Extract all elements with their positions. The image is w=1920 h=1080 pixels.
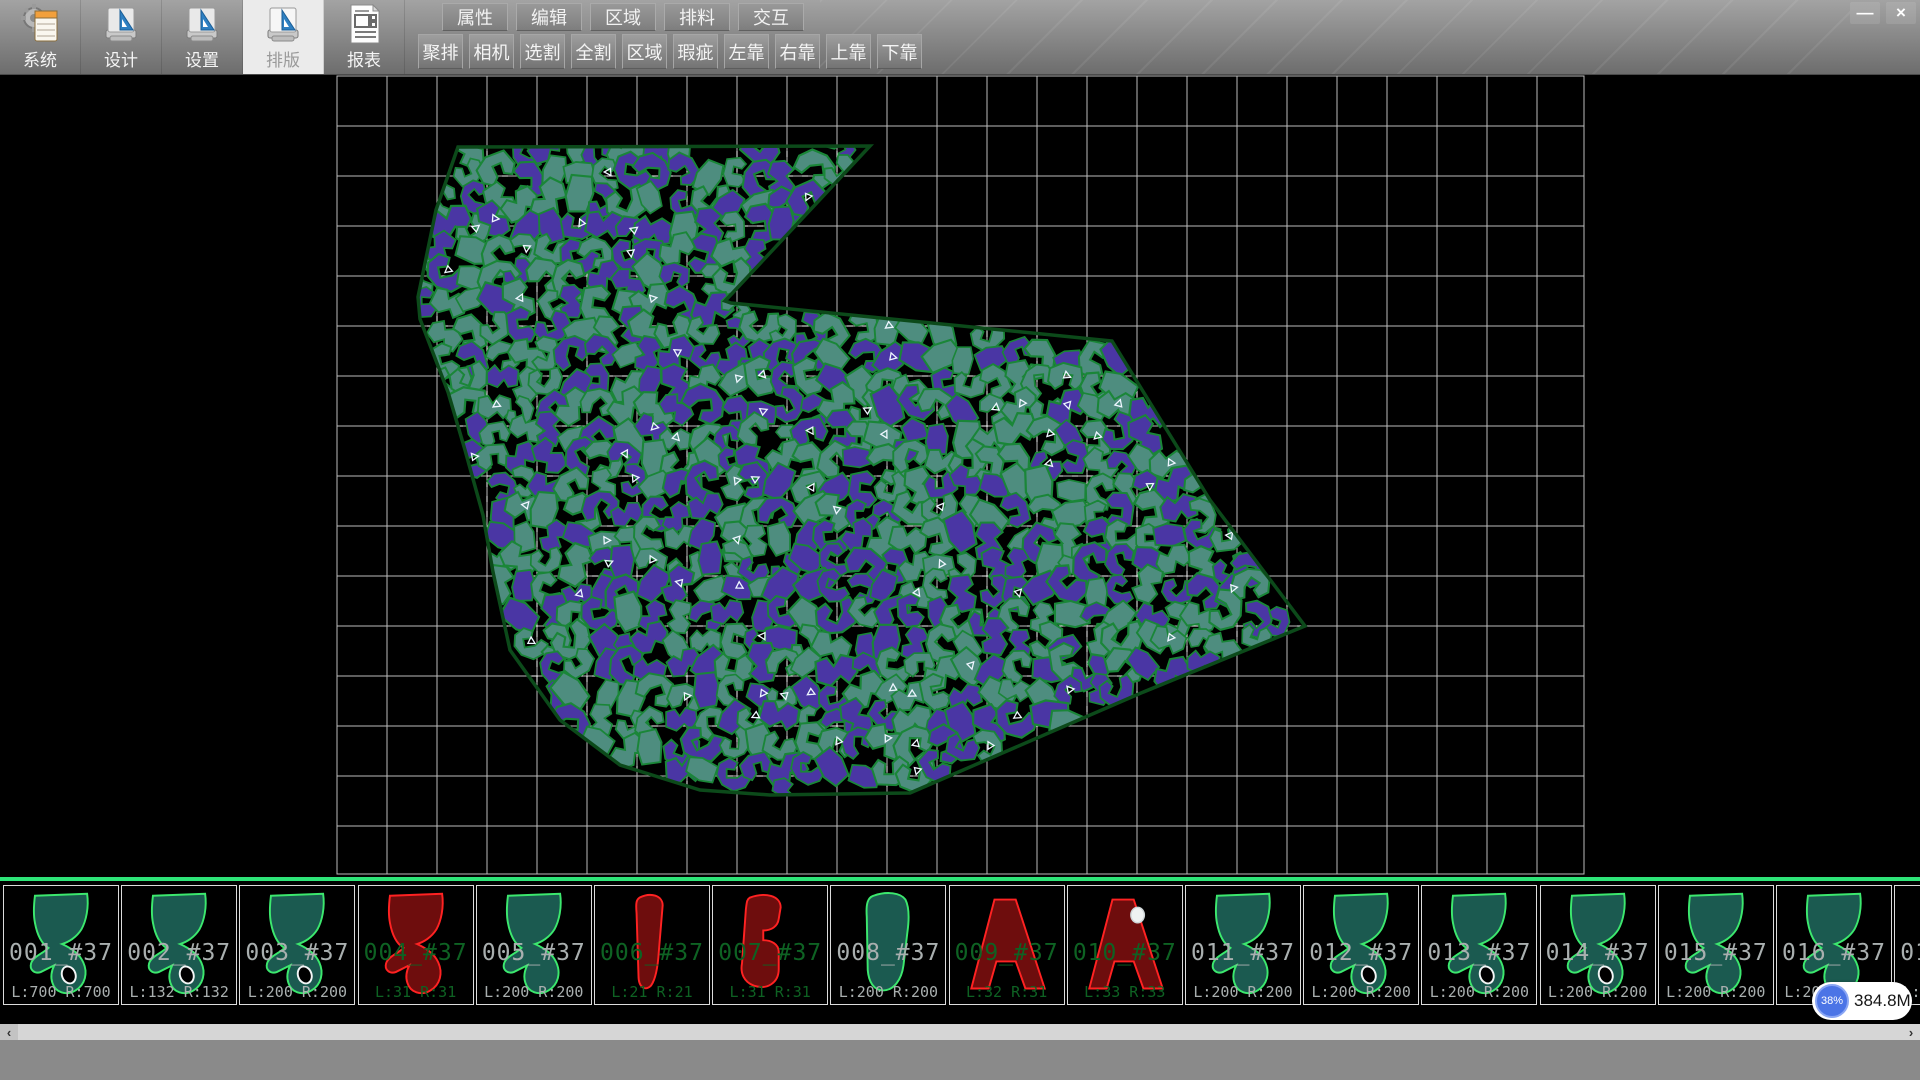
window-bottom-bar [0, 1040, 1920, 1080]
app-button-label: 系统 [23, 46, 57, 71]
nesting-canvas[interactable] [0, 74, 1920, 877]
progress-badge: 38% [1815, 984, 1849, 1018]
tool-cut-all[interactable]: 全割 [571, 34, 616, 69]
tool-align-top[interactable]: 上靠 [826, 34, 871, 69]
piece-count-label: L:33 R:33 [1068, 983, 1182, 1001]
app-button-label: 排版 [266, 46, 300, 71]
piece-thumbnail-strip: 001_#37 L:700 R:700002_#37 L:132 R:132003_… [0, 884, 1920, 1006]
piece-id-label: 013_#37 [1422, 940, 1536, 966]
thumbnail-cell[interactable]: 010_#37 L:33 R:33 [1067, 885, 1183, 1005]
hide-interior [337, 76, 1584, 874]
app-button-design[interactable]: 设计 [81, 0, 162, 74]
thumbnail-cell[interactable]: 005_#37 L:200 R:200 [476, 885, 592, 1005]
set-square-icon [181, 2, 223, 46]
thumbnail-cell[interactable]: 014_#37 L:200 R:200 [1540, 885, 1656, 1005]
horizontal-scrollbar[interactable]: ‹ › [0, 1024, 1920, 1040]
piece-count-label: L:200 R:200 [1422, 983, 1536, 1001]
memory-usage: 384.8M [1854, 982, 1911, 1020]
piece-count-label: L:31 R:31 [359, 983, 473, 1001]
piece-count-label: L:132 R:132 [122, 983, 236, 1001]
tool-region[interactable]: 区域 [622, 34, 667, 69]
piece-id-label: 017_#37 [1895, 940, 1920, 966]
scroll-right-arrow-icon[interactable]: › [1902, 1024, 1920, 1040]
thumbnail-cell[interactable]: 001_#37 L:700 R:700 [3, 885, 119, 1005]
app-button-nesting-active[interactable]: 排版 [243, 0, 324, 74]
piece-id-label: 006_#37 [595, 940, 709, 966]
thumbnail-cell[interactable]: 015_#37 L:200 R:200 [1658, 885, 1774, 1005]
piece-id-label: 010_#37 [1068, 940, 1182, 966]
tool-select-cut[interactable]: 选割 [520, 34, 565, 69]
thumbnail-cell[interactable]: 008_#37 L:200 R:200 [830, 885, 946, 1005]
piece-count-label: L:200 R:200 [240, 983, 354, 1001]
piece-id-label: 008_#37 [831, 940, 945, 966]
app-button-label: 设置 [185, 46, 219, 71]
piece-count-label: L:31 R:31 [713, 983, 827, 1001]
menu-bar: 属性 编辑 区域 排料 交互 [442, 3, 804, 31]
piece-id-label: 007_#37 [713, 940, 827, 966]
app-button-report[interactable]: 报表 [324, 0, 405, 74]
app-button-label: 设计 [104, 46, 138, 71]
menu-region[interactable]: 区域 [590, 3, 656, 31]
piece-count-label: L:200 R:200 [1186, 983, 1300, 1001]
tool-align-bottom[interactable]: 下靠 [877, 34, 922, 69]
thumbnail-cell[interactable]: 013_#37 L:200 R:200 [1421, 885, 1537, 1005]
menu-properties[interactable]: 属性 [442, 3, 508, 31]
tool-defect[interactable]: 瑕疵 [673, 34, 718, 69]
thumbnail-cell[interactable]: 003_#37 L:200 R:200 [239, 885, 355, 1005]
piece-id-label: 009_#37 [950, 940, 1064, 966]
progress-value: 38% [1821, 995, 1843, 1007]
minimize-button[interactable]: — [1850, 2, 1880, 24]
app-mode-bar: 系统 设计 [0, 0, 405, 74]
piece-count-label: L:21 R:21 [595, 983, 709, 1001]
thumbnail-cell[interactable]: 012_#37 L:200 R:200 [1303, 885, 1419, 1005]
set-square-icon [100, 2, 142, 46]
canvas-strip-separator [0, 877, 1920, 881]
thumbnail-cell[interactable]: 009_#37 L:32 R:31 [949, 885, 1065, 1005]
report-icon [343, 2, 385, 46]
tool-bar: 聚排 相机 选割 全割 区域 瑕疵 左靠 右靠 上靠 下靠 [418, 34, 922, 69]
piece-id-label: 005_#37 [477, 940, 591, 966]
app-button-label: 报表 [347, 46, 381, 71]
set-square-icon [262, 2, 304, 46]
status-pill: 38% 384.8M [1812, 982, 1912, 1020]
menu-edit[interactable]: 编辑 [516, 3, 582, 31]
piece-count-label: L:200 R:200 [477, 983, 591, 1001]
piece-id-label: 003_#37 [240, 940, 354, 966]
piece-id-label: 004_#37 [359, 940, 473, 966]
window-controls: — × [1850, 2, 1916, 24]
toolbar-texture [820, 0, 1850, 74]
piece-id-label: 002_#37 [122, 940, 236, 966]
piece-count-label: L:32 R:31 [950, 983, 1064, 1001]
scroll-left-arrow-icon[interactable]: ‹ [0, 1024, 18, 1040]
piece-id-label: 001_#37 [4, 940, 118, 966]
piece-id-label: 012_#37 [1304, 940, 1418, 966]
thumbnail-cell[interactable]: 004_#37 L:31 R:31 [358, 885, 474, 1005]
main-toolbar: 系统 设计 [0, 0, 1920, 75]
piece-id-label: 014_#37 [1541, 940, 1655, 966]
menu-nesting[interactable]: 排料 [664, 3, 730, 31]
piece-count-label: L:200 R:200 [1541, 983, 1655, 1001]
gear-doc-icon [19, 2, 61, 46]
piece-id-label: 015_#37 [1659, 940, 1773, 966]
tool-align-right[interactable]: 右靠 [775, 34, 820, 69]
thumbnail-cell[interactable]: 002_#37 L:132 R:132 [121, 885, 237, 1005]
thumbnail-cell[interactable]: 006_#37 L:21 R:21 [594, 885, 710, 1005]
piece-count-label: L:200 R:200 [1659, 983, 1773, 1001]
app-button-system[interactable]: 系统 [0, 0, 81, 74]
piece-count-label: L:200 R:200 [1304, 983, 1418, 1001]
application-window: 系统 设计 [0, 0, 1920, 1080]
thumbnail-cell[interactable]: 011_#37 L:200 R:200 [1185, 885, 1301, 1005]
piece-id-label: 016_#37 [1777, 940, 1891, 966]
piece-id-label: 011_#37 [1186, 940, 1300, 966]
piece-count-label: L:700 R:700 [4, 983, 118, 1001]
thumbnail-cell[interactable]: 007_#37 L:31 R:31 [712, 885, 828, 1005]
menu-interaction[interactable]: 交互 [738, 3, 804, 31]
tool-align-left[interactable]: 左靠 [724, 34, 769, 69]
close-button[interactable]: × [1886, 2, 1916, 24]
piece-count-label: L:200 R:200 [831, 983, 945, 1001]
tool-camera[interactable]: 相机 [469, 34, 514, 69]
tool-cluster-nest[interactable]: 聚排 [418, 34, 463, 69]
app-button-settings[interactable]: 设置 [162, 0, 243, 74]
